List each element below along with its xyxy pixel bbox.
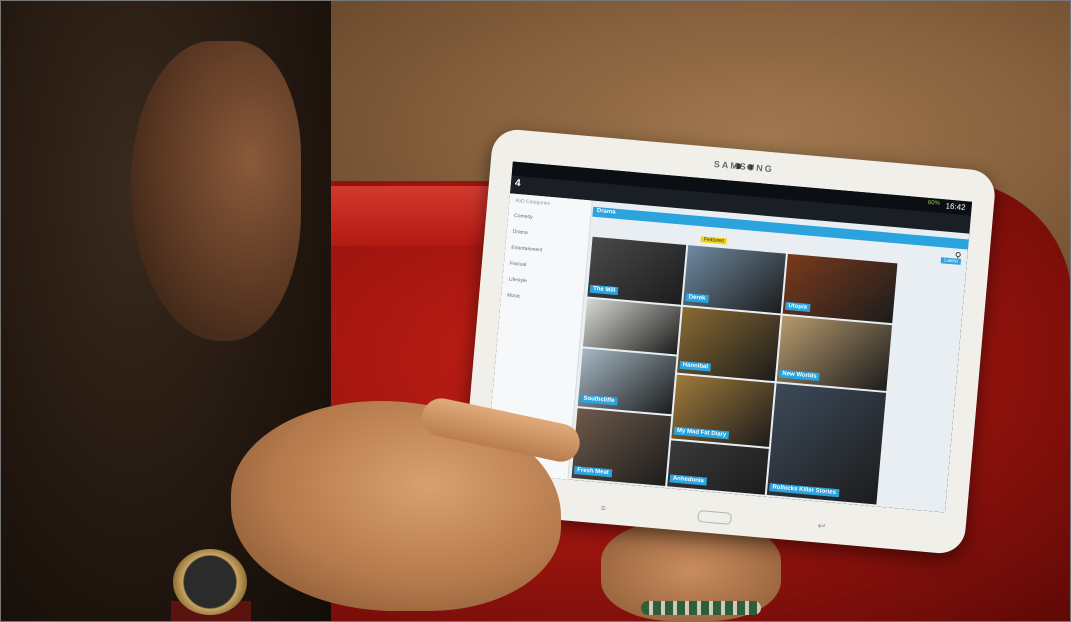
channel-4-logo-icon[interactable]: 4 (514, 178, 529, 193)
tile-title: Anhedonia (669, 474, 708, 486)
tile-title: Hannibal (679, 360, 712, 372)
programme-tile[interactable] (583, 298, 681, 355)
programme-tile[interactable]: Rollocks Killer Stories (766, 383, 887, 505)
tile-title: The Mill (589, 284, 619, 296)
back-icon[interactable]: ↩ (817, 520, 825, 532)
bracelet (641, 601, 761, 615)
tile-title: My Mad Fat Diary (673, 426, 730, 440)
programme-grid: The Mill Derek Utopia Southcliffe Hannib… (569, 236, 966, 513)
tab-featured[interactable]: Featured (700, 236, 727, 245)
programme-tile[interactable]: My Mad Fat Diary (671, 374, 775, 447)
home-button[interactable] (696, 509, 732, 525)
photo-scene: SAMSUNG 60% 16:42 4 4oD Categories Comed… (0, 0, 1071, 622)
programme-tile[interactable]: Southcliffe (577, 348, 677, 415)
tile-title: Southcliffe (580, 394, 618, 406)
main-panel: Drama ⚲ Featured Latest The Mill Derek U… (569, 201, 969, 513)
tile-title: Derek (685, 293, 709, 304)
tile-title: Utopia (784, 301, 811, 312)
programme-tile[interactable]: New Worlds (776, 315, 893, 391)
status-time: 16:42 (945, 201, 966, 213)
tile-title: New Worlds (779, 369, 820, 382)
app-content: 4oD Categories Comedy Drama Entertainmen… (485, 193, 970, 513)
programme-tile[interactable]: Anhedonia (667, 440, 769, 495)
tab-latest[interactable]: Latest (941, 257, 962, 265)
tile-title: Rollocks Killer Stories (769, 483, 840, 498)
menu-icon[interactable]: ≡ (601, 504, 606, 513)
programme-tile[interactable]: Derek (683, 245, 786, 314)
programme-tile[interactable]: Hannibal (677, 306, 781, 382)
programme-tile[interactable]: The Mill (587, 236, 687, 305)
section-title: Drama (596, 208, 616, 216)
programme-tile[interactable]: Fresh Meat (571, 408, 672, 487)
wristwatch (173, 549, 247, 615)
programme-tile[interactable]: Utopia (782, 253, 898, 324)
tile-title: Fresh Meat (573, 466, 613, 478)
battery-indicator: 60% (927, 199, 941, 207)
